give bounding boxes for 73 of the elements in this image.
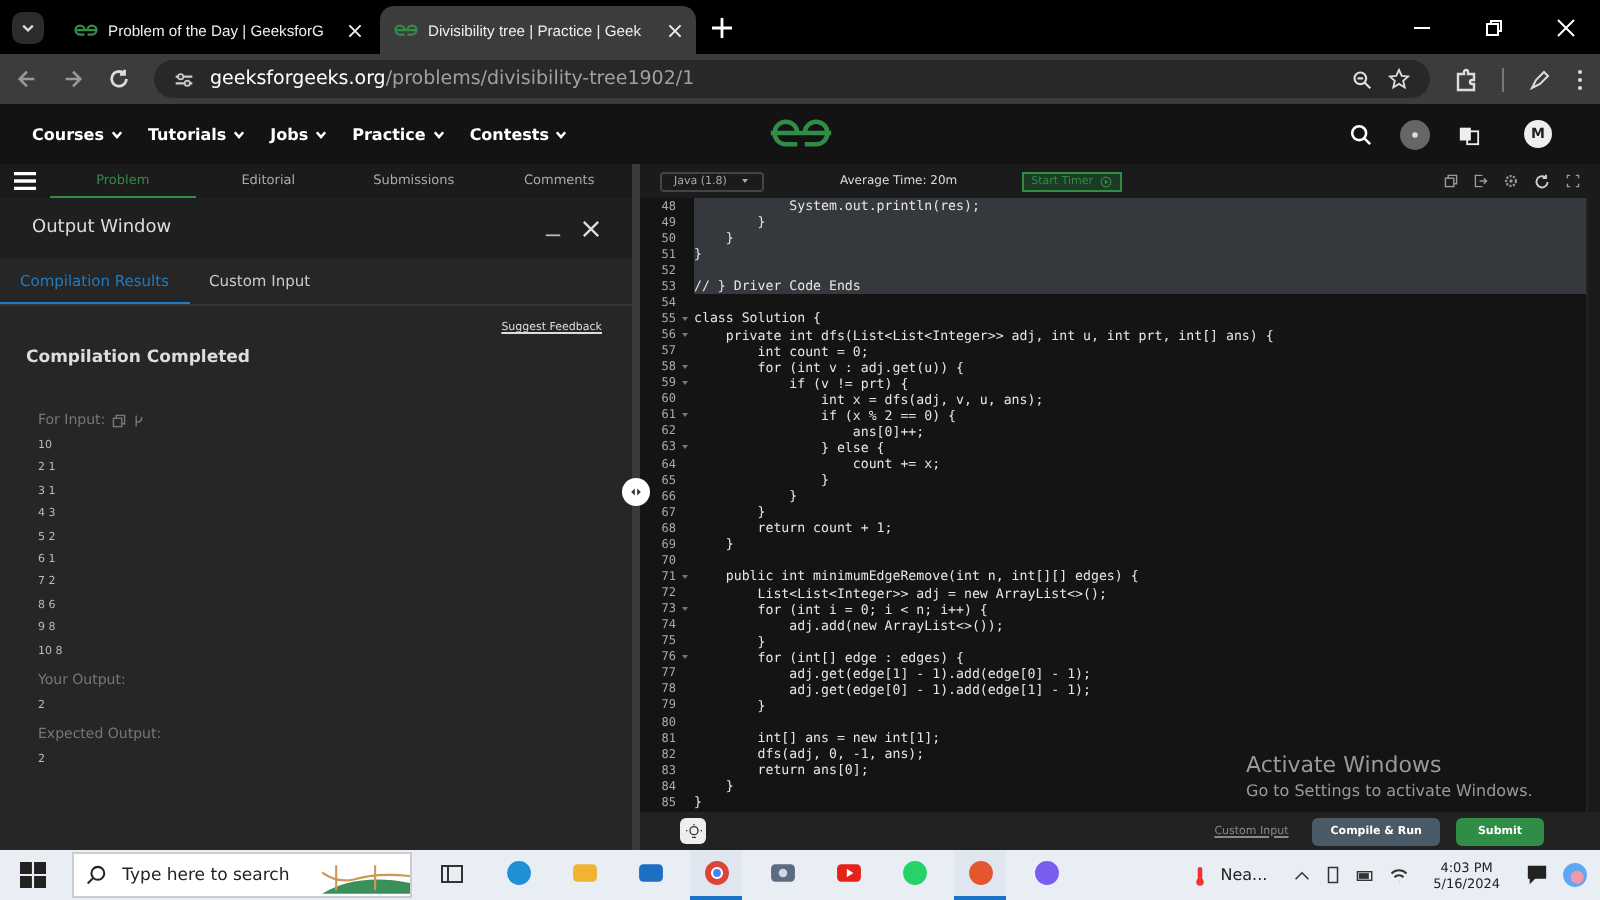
fold-icon[interactable] [682,412,688,419]
output-window-title: Output Window [32,218,172,238]
wifi-icon[interactable] [1389,866,1408,884]
search-icon [86,864,107,886]
taskbar-search-field[interactable]: Type here to search [72,852,412,898]
forward-icon[interactable] [62,68,84,90]
close-icon[interactable] [582,219,600,237]
nav-menu[interactable]: Courses [32,125,124,143]
sun-icon [1408,127,1422,141]
branch-icon[interactable] [131,413,146,427]
close-tab-icon[interactable] [668,23,682,37]
battery-icon[interactable] [1355,867,1376,883]
app-icon[interactable] [690,850,742,900]
nav-menu[interactable]: Practice [352,125,446,143]
fold-icon[interactable] [682,315,688,322]
fold-icon[interactable] [682,606,688,613]
search-icon[interactable] [1350,123,1372,145]
play-icon [1099,175,1112,187]
weather-text[interactable]: Nea... [1220,866,1268,884]
nav-menu[interactable]: Tutorials [147,125,247,143]
activation-message: Go to Settings to activate Windows. [1246,782,1533,800]
chevron-up-icon[interactable] [1293,867,1310,883]
device-icon[interactable] [1323,866,1342,884]
close-tab-icon[interactable] [348,23,362,37]
menu-icon[interactable] [12,170,38,192]
url-path: /problems/divisibility-tree1902/1 [385,68,695,90]
thermometer-icon[interactable] [1194,863,1207,887]
site-info-icon[interactable] [174,69,194,89]
caret-icon [554,127,569,141]
site-logo-icon [394,22,418,38]
fullscreen-icon[interactable] [1566,174,1580,188]
fold-icon[interactable] [682,654,688,661]
caret-icon [232,127,247,141]
pen-icon[interactable] [1528,67,1552,91]
caret-icon [314,127,329,141]
copy-icon[interactable] [111,413,126,427]
nav-menu[interactable]: Jobs [270,125,329,143]
site-logo-icon [74,22,98,38]
caret-icon [20,19,36,35]
windows-start-icon[interactable] [20,862,46,888]
reload-icon[interactable] [108,68,130,90]
fold-icon[interactable] [682,380,688,387]
fold-icon[interactable] [682,332,688,339]
settings-icon[interactable] [1504,174,1518,188]
resize-handle[interactable] [622,478,650,506]
new-tab-icon[interactable] [712,17,732,37]
caret-icon [740,176,750,186]
nav-menu[interactable]: Contests [469,125,569,143]
code-editor[interactable] [640,198,1588,812]
star-icon[interactable] [1388,68,1410,90]
bulb-icon[interactable] [680,818,706,844]
menu-icon[interactable] [1576,67,1584,91]
fold-icon[interactable] [682,573,688,580]
caret-icon [431,127,446,141]
url-domain: geeksforgeeks.org [210,68,386,90]
site-logo-icon[interactable] [768,116,834,150]
caret-icon [109,127,124,141]
back-icon[interactable] [16,68,38,90]
theme-toggle[interactable] [1400,119,1430,149]
fold-icon[interactable] [682,444,688,451]
app-icon[interactable] [954,850,1006,900]
activation-title: Activate Windows [1246,752,1444,778]
extensions-icon[interactable] [1454,67,1478,91]
fold-icon[interactable] [682,364,688,371]
compilation-status: Compilation Completed [26,348,253,368]
zoom-icon[interactable] [1352,69,1372,89]
notification-icon[interactable] [1526,864,1548,886]
translate-icon[interactable] [1458,123,1480,145]
reset-icon[interactable] [1534,173,1550,189]
copy-icon[interactable] [1444,174,1458,188]
tab-search-button[interactable] [12,11,44,43]
export-icon[interactable] [1474,174,1488,188]
address-bar[interactable]: geeksforgeeks.org/problems/divisibility-tree1902/1 [154,60,1430,98]
